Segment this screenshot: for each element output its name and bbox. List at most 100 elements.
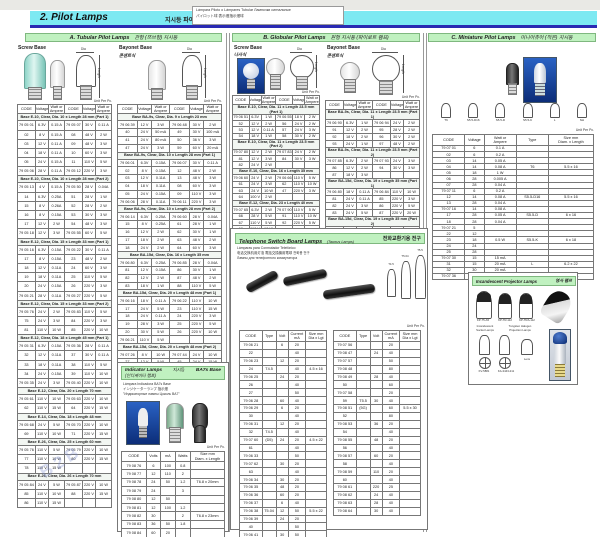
cell: T6.8 x 20mm [190, 478, 224, 486]
cell: 3 W [96, 316, 112, 325]
cell: 60 [382, 405, 399, 413]
cell: 81 [326, 195, 344, 202]
cell: 28 V [189, 259, 204, 267]
telephone-right: CODETypeVoltCurrent mASize mm Dia x Lgt7… [333, 330, 421, 516]
cell: 79 07 56 [334, 342, 357, 350]
cell: 30 [146, 512, 160, 520]
table-row: 5640 [334, 444, 421, 452]
projector-drawing-3 [519, 293, 533, 319]
cell: 20 [288, 357, 305, 365]
cell: 18 V [137, 297, 152, 305]
cell: 79 07 26 [118, 351, 138, 359]
cell [370, 444, 382, 452]
section-a-title: A. Tubular Pilot Lamps [70, 35, 130, 41]
table-row: 79 06 21620 [240, 342, 327, 350]
cell: 0.11 A [152, 297, 170, 305]
telephone-lamp-photo-2 [283, 269, 328, 287]
cell: 18 V [343, 172, 356, 179]
projector-title: Incandescent Projector Lamps [476, 279, 537, 284]
cell: 5 W [96, 291, 112, 300]
table-row: 79 08 6122025 [334, 484, 421, 492]
cell: 24 V [343, 210, 356, 217]
cell: 79 06 31 [240, 420, 263, 428]
table-row: 79 05 3524 V3 W79 05 40220 V10 W [18, 379, 112, 388]
cell: 8 V [35, 254, 48, 263]
cell: 87 [372, 210, 390, 217]
cell: 40 [382, 460, 399, 468]
cell: 79 06 80 [118, 259, 138, 267]
column-header: Voltage [189, 105, 204, 114]
cell: 60 [382, 381, 399, 389]
cell: 8 V [137, 221, 152, 229]
cell: 110 V [35, 429, 48, 438]
cell: 64 [169, 244, 189, 252]
a-bayonet-table: CODEVoltageWatt or AmpereCODEVoltageWatt… [117, 104, 222, 390]
table-row: 4024 V50 mA4930 V100 mA [118, 129, 222, 137]
cell: 40 [382, 397, 399, 405]
column-header: CODE [240, 331, 263, 342]
cell: 0.15A [49, 211, 65, 220]
table-row: 2240 [240, 349, 327, 357]
table-group-row: Base E-10, Clear, Dia. 10 x Length 28 mm… [18, 176, 112, 183]
cell: 0.11 A [96, 342, 112, 351]
table-row: 3040 [240, 413, 327, 421]
cell: 5 W [357, 210, 373, 217]
miniature-type-drawing: S5.5-D [488, 103, 512, 122]
column-header: Watt or Ampere [357, 101, 373, 110]
table-group-row: Base E-10, Clear, Dia. 11 x Length 23.5 … [233, 140, 320, 149]
cell: 03 [118, 175, 138, 183]
cell: 52 [334, 413, 357, 421]
column-header: CODE [233, 96, 250, 105]
column-header: Watt or Ampere [204, 105, 222, 114]
catalog-page: 2. Pilot Lamps 지시등 파이로트 램프 Lámpara Pilot… [0, 0, 600, 537]
cell: 1.8 [175, 520, 190, 528]
cell: 0.11 A [152, 313, 170, 321]
cell: 60 V [189, 182, 204, 190]
cell: 79 05 13 [18, 183, 36, 192]
cell: 79 06 90 [326, 119, 344, 126]
cell: 47 [118, 144, 138, 152]
cell: 2 W [152, 228, 170, 236]
cell: 79 06 36 [240, 491, 263, 499]
indicator-header: Indicator Lamps 지시등 BA7s Base (인디케이터 램프) [121, 366, 225, 380]
column-header: CODE [122, 452, 147, 462]
cell [306, 342, 327, 350]
column-header: CODE [372, 101, 390, 110]
cell: 12 V [137, 267, 152, 275]
cell: 2 W [96, 201, 112, 210]
table-row: 79 06 3350 [240, 452, 327, 460]
cell: 28 V [390, 126, 403, 133]
table-row: 0524 V0.15 A11110 V5 W [18, 158, 112, 167]
column-header: Voltage [249, 96, 261, 105]
cell: 40 [382, 349, 399, 357]
table-group-row: Base BA-9s, Clear, Dia. 11 x Length 23.5… [326, 148, 420, 157]
cell: 20 [382, 342, 399, 350]
table-row: 8224 V3 W86220 V5 W [326, 203, 420, 210]
cell: 79 06 01 [118, 159, 138, 167]
cell: 30 [370, 507, 382, 515]
cell: 0.15A [49, 342, 65, 351]
cell: 5 W [152, 336, 170, 344]
cell: 17 [18, 220, 36, 229]
cell [262, 397, 276, 405]
telephone-title: Telephone Switch Board Lamps [239, 239, 322, 245]
table-row: 79 07 623020 [240, 460, 327, 468]
cell: 10 W [96, 420, 112, 429]
table-group-row: Base BA-9s, Clear, Dia. 11 x Length 23.5… [326, 110, 420, 119]
cell: 39 [64, 369, 82, 378]
cell: 03 [18, 139, 36, 148]
cell: 30 V [82, 121, 95, 130]
cell: 0.25A [152, 259, 170, 267]
cell: 04 [18, 148, 36, 157]
cell: 20 [288, 373, 305, 381]
table-row: 4124 V80 mA5036 V3 W [118, 136, 222, 144]
cell: 85 [64, 326, 82, 335]
cell [404, 172, 420, 179]
cell: 93 [326, 141, 344, 148]
cell: 3 W [204, 190, 222, 198]
cell: 79 05 76 [18, 445, 36, 454]
cell: 61 [169, 221, 189, 229]
table-group-row: Base E-26, Clear, Dia. 26 x Length 70 mm [18, 473, 112, 480]
miniature-type-label: S5.5-K [516, 118, 540, 122]
indicator-lamps-box: Indicator Lamps 지시등 BA7s Base (인디케이터 램프)… [117, 362, 229, 532]
